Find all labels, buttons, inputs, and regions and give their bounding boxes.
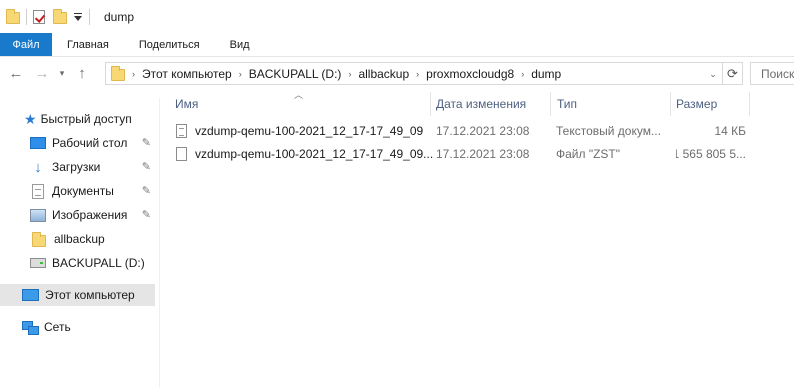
drive-icon [30,258,46,268]
tab-share[interactable]: Поделиться [124,33,215,56]
file-name: vzdump-qemu-100-2021_12_17-17_49_09... [195,147,434,161]
tab-view[interactable]: Вид [215,33,265,56]
file-type: Текстовый докум... [556,124,661,138]
sidebar-item-documents[interactable]: Документы ✎ [0,180,155,202]
refresh-button[interactable]: ⟳ [723,62,743,85]
column-divider[interactable] [550,92,551,116]
breadcrumb-proxmoxcloudg8[interactable]: proxmoxcloudg8 [426,67,514,81]
file-icon [176,147,187,161]
breadcrumb-chevron-icon[interactable]: › [239,69,242,79]
file-size: 1 565 805 5... [676,147,746,161]
file-name: vzdump-qemu-100-2021_12_17-17_49_09 [195,124,424,138]
file-name-cell[interactable]: vzdump-qemu-100-2021_12_17-17_49_09 [176,120,434,142]
address-bar[interactable]: › Этот компьютер › BACKUPALL (D:) › allb… [105,62,723,85]
address-history-chevron-icon[interactable]: ⌄ [706,66,720,82]
file-name-cell[interactable]: vzdump-qemu-100-2021_12_17-17_49_09... [176,143,434,165]
downloads-icon: ↓ [34,158,42,176]
sidebar-item-label: allbackup [54,232,105,246]
sidebar-item-network[interactable]: Сеть [0,316,155,338]
column-header-type[interactable]: Тип [557,92,577,116]
quick-access-toolbar [6,8,96,25]
column-divider[interactable] [430,92,431,116]
customize-toolbar-dropdown-icon[interactable] [73,11,83,23]
pictures-icon [30,208,46,222]
pin-icon[interactable]: ✎ [142,184,151,197]
folder-icon [32,231,46,247]
desktop-icon [30,137,46,149]
column-divider[interactable] [670,92,671,116]
breadcrumb-allbackup[interactable]: allbackup [358,67,409,81]
sidebar-item-label: Быстрый доступ [40,112,132,126]
network-icon [22,321,39,335]
sidebar-item-backupall-drive[interactable]: BACKUPALL (D:) [0,252,155,274]
up-button[interactable]: ↑ [69,63,95,85]
pin-icon[interactable]: ✎ [142,160,151,173]
file-date: 17.12.2021 23:08 [436,124,530,138]
breadcrumb-drive[interactable]: BACKUPALL (D:) [249,67,342,81]
sidebar-item-label: Документы [52,184,114,198]
sidebar-item-downloads[interactable]: ↓ Загрузки ✎ [0,156,155,178]
sidebar-item-allbackup[interactable]: allbackup [0,228,155,250]
documents-icon [32,183,44,199]
window-title: dump [104,9,135,24]
recent-locations-chevron-icon[interactable]: ▾ [55,63,69,85]
breadcrumb-chevron-icon[interactable]: › [132,69,135,79]
forward-button[interactable]: → [29,63,55,85]
properties-icon[interactable] [33,9,45,24]
sidebar-item-label: BACKUPALL (D:) [52,256,145,270]
tab-file[interactable]: Файл [0,33,52,56]
back-button[interactable]: ← [3,63,29,85]
sidebar-item-quick-access[interactable]: ★ Быстрый доступ [0,108,155,130]
text-file-icon [176,124,187,138]
sidebar-item-label: Сеть [44,320,71,334]
breadcrumb-dump[interactable]: dump [531,67,561,81]
sidebar-item-label: Этот компьютер [45,288,135,302]
toolbar-separator [26,8,27,25]
new-folder-icon[interactable] [53,9,67,24]
breadcrumb-chevron-icon[interactable]: › [348,69,351,79]
search-input[interactable]: Поиск [750,62,794,85]
title-bar: dump [0,0,794,33]
sidebar-item-label: Рабочий стол [52,136,128,150]
file-size: 14 КБ [714,124,746,138]
navigation-bar: ← → ▾ ↑ › Этот компьютер › BACKUPALL (D:… [0,57,794,90]
column-header-name[interactable]: Имя [175,92,198,116]
sidebar-item-label: Изображения [52,208,128,222]
computer-icon [22,289,39,301]
sort-ascending-icon: ︿ [294,90,304,100]
file-type: Файл "ZST" [556,147,621,161]
breadcrumb-this-pc[interactable]: Этот компьютер [142,67,232,81]
folder-icon [6,9,20,24]
breadcrumb-chevron-icon[interactable]: › [521,69,524,79]
column-header-size[interactable]: Размер [676,92,717,116]
column-divider[interactable] [749,92,750,116]
file-date: 17.12.2021 23:08 [436,147,530,161]
folder-icon [111,66,125,81]
sidebar-item-desktop[interactable]: Рабочий стол ✎ [0,132,155,154]
ribbon-tabs: Файл Главная Поделиться Вид [0,33,794,57]
file-row[interactable]: vzdump-qemu-100-2021_12_17-17_49_09... 1… [170,143,746,165]
sidebar-item-this-pc[interactable]: Этот компьютер [0,284,155,306]
pin-icon[interactable]: ✎ [142,136,151,149]
star-icon: ★ [24,110,37,127]
file-row[interactable]: vzdump-qemu-100-2021_12_17-17_49_09 17.1… [170,120,746,142]
breadcrumb-chevron-icon[interactable]: › [416,69,419,79]
column-header-date[interactable]: Дата изменения [436,92,526,116]
pin-icon[interactable]: ✎ [142,208,151,221]
tab-home[interactable]: Главная [52,33,124,56]
navigation-pane: ★ Быстрый доступ Рабочий стол ✎ ↓ Загруз… [0,98,160,387]
toolbar-separator [89,8,90,25]
sidebar-item-label: Загрузки [52,160,101,174]
sidebar-item-pictures[interactable]: Изображения ✎ [0,204,155,226]
